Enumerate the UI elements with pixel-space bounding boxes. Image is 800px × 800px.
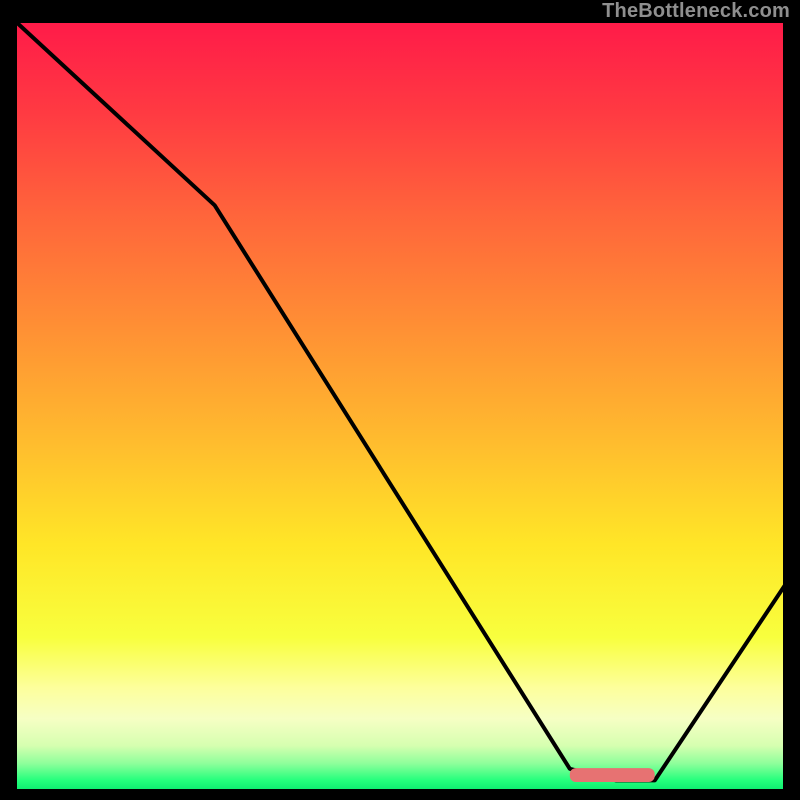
gradient-background — [14, 20, 786, 792]
watermark-text: TheBottleneck.com — [602, 0, 790, 23]
optimal-range-marker — [570, 768, 655, 782]
bottleneck-chart — [14, 20, 786, 792]
